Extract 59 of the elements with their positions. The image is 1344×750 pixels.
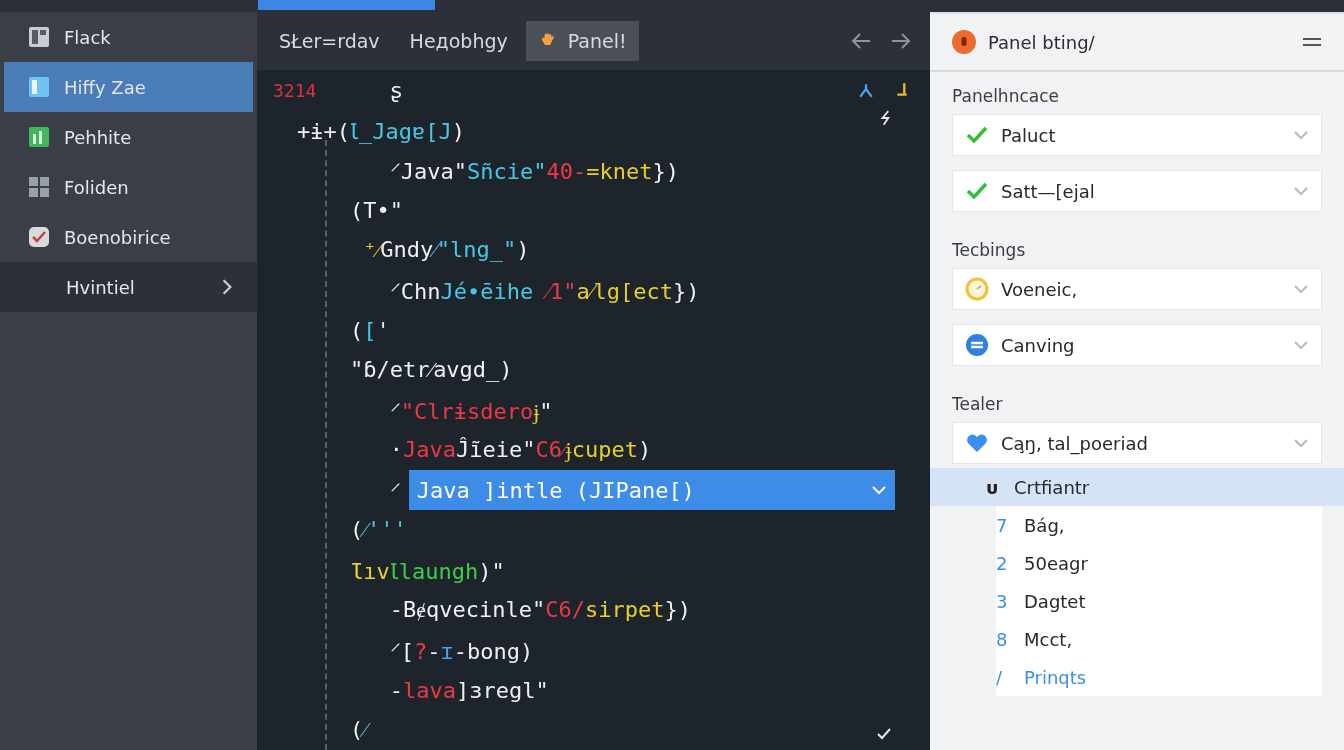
chevron-icon (1293, 130, 1309, 140)
code-line: ⸍Java"Sñcie"40-=knet}) (388, 158, 679, 185)
list-item[interactable]: 7 Bág, (996, 506, 1322, 544)
list-item[interactable]: 8 Mcct, (996, 620, 1322, 658)
section-label: Tealer (951, 393, 1004, 416)
list-item[interactable]: ᴜ Crtfiantr (930, 468, 1344, 506)
code-line: "ɓ/etr⁄avgd_) (348, 357, 513, 383)
sidebar-item[interactable]: Foliden (0, 162, 257, 212)
dropdown[interactable]: Canving (952, 324, 1322, 366)
document-icon (28, 76, 50, 98)
branch-icon (858, 82, 874, 98)
code-line: (⁄''' (348, 517, 407, 543)
code-line: ·JavaĴĩeie"C6⁄ɉcupet) (388, 437, 652, 463)
code-line: ⸍"Clrɨsderoɉ" (388, 398, 553, 425)
pin-icon (894, 82, 910, 98)
dropdown[interactable]: Paluct (952, 114, 1322, 156)
checkbox-icon (28, 226, 50, 248)
code-line: +ɨ+(Ꙇ_Jagɐ[J) (297, 118, 465, 145)
code-line: ⸍ (388, 478, 401, 505)
chevron-icon (1293, 284, 1309, 294)
code-line: ⸍ChnJé∙ēihe ⁄1"a⁄lg[ect}) (388, 278, 700, 305)
sidebar-item[interactable]: Hvintiel (0, 262, 257, 312)
panel-icon (28, 26, 50, 48)
clock-icon (965, 277, 989, 301)
sidebar-item[interactable]: Boenobirice (0, 212, 257, 262)
menu-icon[interactable] (1302, 36, 1322, 48)
chevron-icon (1293, 438, 1309, 448)
line-number: 3214 (273, 79, 317, 101)
check-icon (876, 726, 892, 742)
status-icon (952, 30, 976, 54)
editor-tab[interactable]: Panel! (525, 21, 639, 61)
editor-tab[interactable]: Hедobhgy (397, 21, 520, 61)
dropdown[interactable]: Satt—[ejal (952, 170, 1322, 212)
panel-title: Panel bting/ (988, 31, 1096, 53)
code-line: ([' (348, 317, 390, 343)
sidebar-item[interactable]: Pehhite (0, 112, 257, 162)
chevron-icon (1293, 186, 1309, 196)
code-line: ⁺⁄Gndy⁄"lng_") (362, 237, 530, 263)
sidebar-item[interactable]: Flack (0, 12, 257, 62)
editor-tab[interactable]: SŁer=rdav (267, 21, 392, 61)
chart-icon (28, 126, 50, 148)
section-label: Panelhncace (951, 85, 1060, 108)
section-label: Tecbings (951, 239, 1027, 262)
grid-icon (28, 176, 50, 198)
dropdown[interactable]: Voeneic, (952, 268, 1322, 310)
code-line: -Bɇqvecinle"C6/sirpet}) (388, 597, 691, 623)
forward-icon[interactable] (890, 31, 912, 51)
list-item[interactable]: 3 Dagtet (996, 582, 1322, 620)
list-item[interactable]: 2 50eagr (996, 544, 1322, 582)
code-line: (T•" (348, 197, 403, 223)
code-line: ⸍[?-ɪ-bong) (388, 638, 534, 665)
dropdown[interactable]: Ca̧ŋ, tal_poeriad (952, 422, 1322, 464)
chevron-icon (221, 278, 233, 296)
chevron-icon (1293, 340, 1309, 350)
chevron-icon (870, 485, 887, 495)
back-icon[interactable] (850, 31, 872, 51)
code-line: ƖıvꙆlaungh)" (348, 558, 505, 585)
sync-icon (965, 333, 989, 357)
code-line: -lava]ɜregl" (388, 677, 549, 703)
